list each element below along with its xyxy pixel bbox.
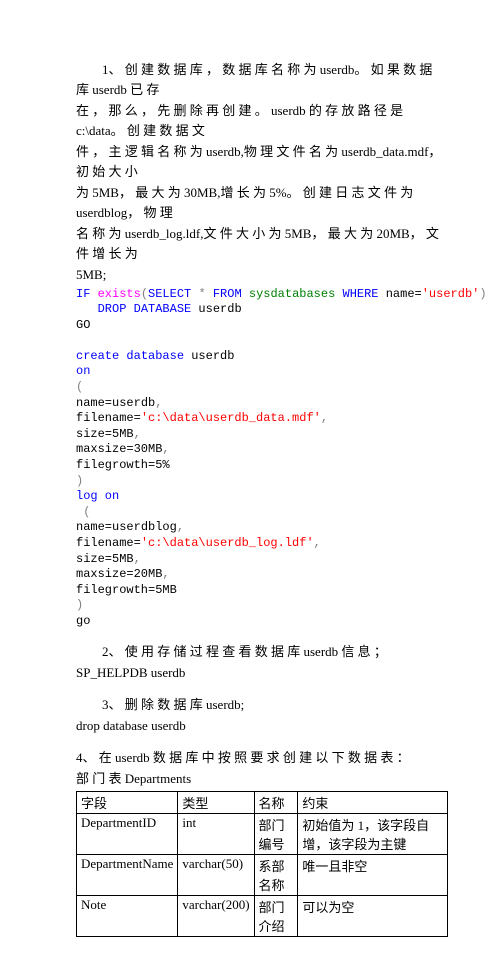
sql-code-block-1: IF exists(SELECT * FROM sysdatabases WHE… xyxy=(76,287,448,630)
question-1-line4: 为 5MB， 最 大 为 30MB,增 长 为 5%。 创 建 日 志 文 件 … xyxy=(76,183,448,222)
table-header: 类型 xyxy=(178,791,254,813)
table-cell: 唯一且非空 xyxy=(298,854,448,895)
table-cell: 可以为空 xyxy=(298,895,448,936)
table-header: 约束 xyxy=(298,791,448,813)
question-1-line5: 名 称 为 userdb_log.ldf,文 件 大 小 为 5MB， 最 大 … xyxy=(76,224,448,263)
departments-table: 字段 类型 名称 约束 DepartmentID int 部门编号 初始值为 1… xyxy=(76,791,448,937)
question-3-line1: 3、 删 除 数 据 库 userdb; xyxy=(76,695,448,715)
question-1-line2: 在 ， 那 么 ， 先 删 除 再 创 建 。 userdb 的 存 放 路 径… xyxy=(76,101,448,140)
table-cell: 部门介绍 xyxy=(254,895,298,936)
question-1-line1: 1、 创 建 数 据 库 ， 数 据 库 名 称 为 userdb。 如 果 数… xyxy=(76,60,448,99)
table-cell: varchar(50) xyxy=(178,854,254,895)
table-cell: 部门编号 xyxy=(254,813,298,854)
table-row: 字段 类型 名称 约束 xyxy=(77,791,448,813)
table-cell: 初始值为 1，该字段自增，该字段为主键 xyxy=(298,813,448,854)
question-2-line2: SP_HELPDB userdb xyxy=(76,663,448,683)
table-cell: DepartmentID xyxy=(77,813,178,854)
table-row: DepartmentName varchar(50) 系部名称 唯一且非空 xyxy=(77,854,448,895)
table-header: 名称 xyxy=(254,791,298,813)
question-4-line2: 部 门 表 Departments xyxy=(76,769,448,789)
question-2-line1: 2、 使 用 存 储 过 程 查 看 数 据 库 userdb 信 息 ； xyxy=(76,642,448,662)
table-cell: Note xyxy=(77,895,178,936)
table-header: 字段 xyxy=(77,791,178,813)
table-cell: 系部名称 xyxy=(254,854,298,895)
table-cell: DepartmentName xyxy=(77,854,178,895)
question-3-line2: drop database userdb xyxy=(76,716,448,736)
table-cell: int xyxy=(178,813,254,854)
document-page: 1、 创 建 数 据 库 ， 数 据 库 名 称 为 userdb。 如 果 数… xyxy=(0,0,504,977)
table-cell: varchar(200) xyxy=(178,895,254,936)
question-4-line1: 4、 在 userdb 数 据 库 中 按 照 要 求 创 建 以 下 数 据 … xyxy=(76,748,448,768)
question-1-line6: 5MB; xyxy=(76,265,448,285)
question-1-line3: 件 ， 主 逻 辑 名 称 为 userdb,物 理 文 件 名 为 userd… xyxy=(76,142,448,181)
table-row: DepartmentID int 部门编号 初始值为 1，该字段自增，该字段为主… xyxy=(77,813,448,854)
table-row: Note varchar(200) 部门介绍 可以为空 xyxy=(77,895,448,936)
